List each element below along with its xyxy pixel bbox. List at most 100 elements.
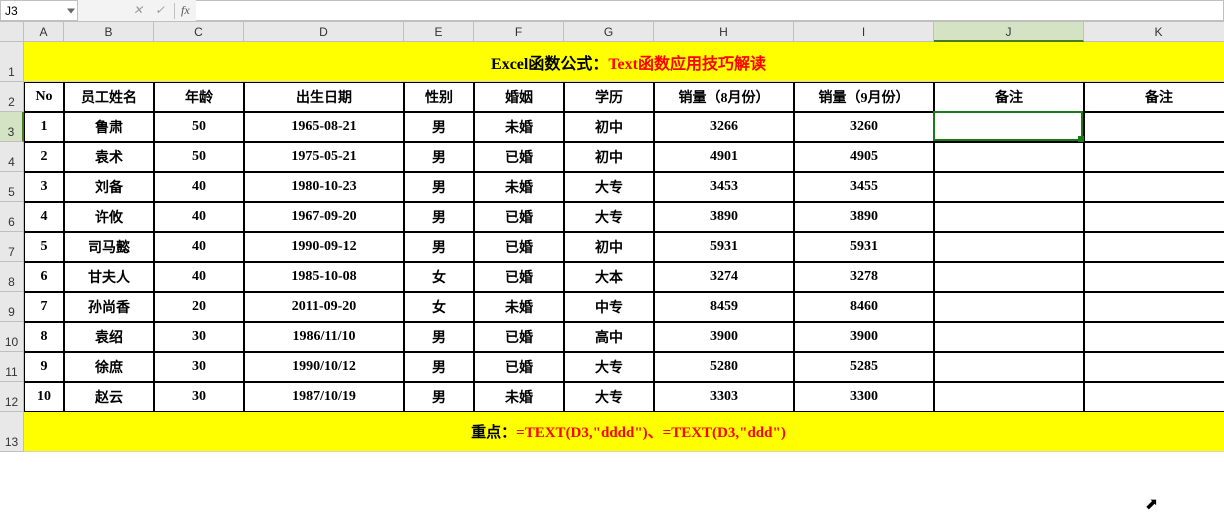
cell[interactable]: 徐庶 — [64, 352, 154, 382]
row-header-8[interactable]: 8 — [0, 262, 24, 292]
row-header-12[interactable]: 12 — [0, 382, 24, 412]
cell[interactable]: 赵云 — [64, 382, 154, 412]
cell[interactable]: 鲁肃 — [64, 112, 154, 142]
cell[interactable]: 30 — [154, 322, 244, 352]
cell[interactable]: 50 — [154, 112, 244, 142]
column-header-A[interactable]: A — [24, 22, 64, 42]
cancel-icon[interactable]: ✕ — [130, 3, 146, 18]
cell[interactable]: 女 — [404, 262, 474, 292]
cell[interactable]: 3260 — [794, 112, 934, 142]
cell[interactable]: 已婚 — [474, 142, 564, 172]
cell[interactable]: 3455 — [794, 172, 934, 202]
row-header-4[interactable]: 4 — [0, 142, 24, 172]
footer-cell[interactable]: 重点：=TEXT(D3,"dddd")、=TEXT(D3,"ddd") — [24, 412, 1224, 452]
cell[interactable] — [934, 202, 1084, 232]
cell[interactable]: 男 — [404, 112, 474, 142]
cell[interactable]: 中专 — [564, 292, 654, 322]
cell[interactable] — [1084, 232, 1224, 262]
cell[interactable]: 男 — [404, 202, 474, 232]
row-header-5[interactable]: 5 — [0, 172, 24, 202]
header-cell[interactable]: 备注 — [1084, 82, 1224, 112]
cell[interactable]: 许攸 — [64, 202, 154, 232]
cell[interactable] — [934, 382, 1084, 412]
cell[interactable]: 甘夫人 — [64, 262, 154, 292]
column-header-G[interactable]: G — [564, 22, 654, 42]
cell[interactable]: 4 — [24, 202, 64, 232]
row-header-9[interactable]: 9 — [0, 292, 24, 322]
cell[interactable]: 男 — [404, 172, 474, 202]
cell[interactable]: 1990-09-12 — [244, 232, 404, 262]
cell[interactable]: 已婚 — [474, 262, 564, 292]
row-header-1[interactable]: 1 — [0, 42, 24, 82]
cell[interactable]: 孙尚香 — [64, 292, 154, 322]
cell[interactable]: 1967-09-20 — [244, 202, 404, 232]
cell[interactable]: 3278 — [794, 262, 934, 292]
cell[interactable]: 1987/10/19 — [244, 382, 404, 412]
cell[interactable] — [934, 232, 1084, 262]
cell[interactable]: 50 — [154, 142, 244, 172]
column-header-K[interactable]: K — [1084, 22, 1224, 42]
cell[interactable] — [1084, 382, 1224, 412]
chevron-down-icon[interactable] — [67, 8, 75, 13]
cell[interactable]: 7 — [24, 292, 64, 322]
cell[interactable]: 5285 — [794, 352, 934, 382]
header-cell[interactable]: 销量（9月份） — [794, 82, 934, 112]
column-header-F[interactable]: F — [474, 22, 564, 42]
cell[interactable]: 1980-10-23 — [244, 172, 404, 202]
cell[interactable]: 高中 — [564, 322, 654, 352]
row-header-6[interactable]: 6 — [0, 202, 24, 232]
cell[interactable]: 初中 — [564, 142, 654, 172]
header-cell[interactable]: 婚姻 — [474, 82, 564, 112]
cell[interactable]: 女 — [404, 292, 474, 322]
cell[interactable] — [1084, 292, 1224, 322]
cell[interactable]: 3300 — [794, 382, 934, 412]
cell[interactable]: 男 — [404, 352, 474, 382]
cell[interactable]: 初中 — [564, 232, 654, 262]
cell[interactable]: 男 — [404, 382, 474, 412]
row-header-11[interactable]: 11 — [0, 352, 24, 382]
column-header-E[interactable]: E — [404, 22, 474, 42]
cell[interactable]: 未婚 — [474, 382, 564, 412]
cell[interactable]: 袁绍 — [64, 322, 154, 352]
cell[interactable]: 4905 — [794, 142, 934, 172]
cell[interactable]: 3274 — [654, 262, 794, 292]
fx-icon[interactable]: fx — [181, 3, 190, 18]
cell[interactable] — [1084, 172, 1224, 202]
cell[interactable]: 1986/11/10 — [244, 322, 404, 352]
cell[interactable]: 10 — [24, 382, 64, 412]
cell[interactable]: 3303 — [654, 382, 794, 412]
column-header-B[interactable]: B — [64, 22, 154, 42]
cell[interactable]: 20 — [154, 292, 244, 322]
cell[interactable]: 3900 — [794, 322, 934, 352]
cell[interactable]: 40 — [154, 262, 244, 292]
grid[interactable]: Excel函数公式：Text函数应用技巧解读No员工姓名年龄出生日期性别婚姻学历… — [24, 42, 1224, 452]
cell[interactable]: 6 — [24, 262, 64, 292]
row-header-10[interactable]: 10 — [0, 322, 24, 352]
cell[interactable]: 3 — [24, 172, 64, 202]
cell[interactable]: 40 — [154, 172, 244, 202]
cell[interactable]: 大专 — [564, 382, 654, 412]
column-header-C[interactable]: C — [154, 22, 244, 42]
cell[interactable] — [934, 322, 1084, 352]
row-header-2[interactable]: 2 — [0, 82, 24, 112]
cell[interactable]: 大本 — [564, 262, 654, 292]
cell[interactable]: 5280 — [654, 352, 794, 382]
cell[interactable]: 5 — [24, 232, 64, 262]
cell[interactable]: 袁术 — [64, 142, 154, 172]
cell[interactable]: 8 — [24, 322, 64, 352]
cell[interactable]: 5931 — [654, 232, 794, 262]
cell[interactable] — [934, 172, 1084, 202]
cell[interactable]: 1985-10-08 — [244, 262, 404, 292]
cell[interactable]: 未婚 — [474, 172, 564, 202]
cell[interactable]: 3890 — [794, 202, 934, 232]
cell[interactable]: 已婚 — [474, 232, 564, 262]
cell[interactable]: 未婚 — [474, 292, 564, 322]
cell[interactable]: 大专 — [564, 352, 654, 382]
cell[interactable]: 9 — [24, 352, 64, 382]
cell[interactable] — [1084, 352, 1224, 382]
name-box[interactable]: J3 — [0, 0, 78, 21]
cell[interactable]: 男 — [404, 322, 474, 352]
header-cell[interactable]: No — [24, 82, 64, 112]
cell[interactable]: 未婚 — [474, 112, 564, 142]
cell[interactable]: 2 — [24, 142, 64, 172]
